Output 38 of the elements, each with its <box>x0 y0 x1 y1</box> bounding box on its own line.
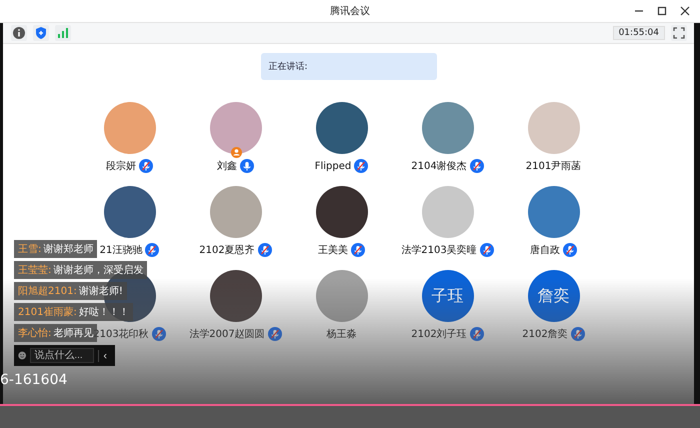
participant-name: 段宗妍 <box>106 160 136 173</box>
chat-sender: 王雪: <box>18 244 42 255</box>
participant-name: 21汪骁驰 <box>100 244 142 257</box>
participant-name: 2104谢俊杰 <box>411 160 467 173</box>
chat-message: 谢谢老师! <box>78 286 123 297</box>
chat-message: 老师再见 <box>53 328 94 339</box>
speaking-banner: 正在讲话: <box>260 53 436 80</box>
participant-name: 刘鑫 <box>217 160 237 173</box>
participant-name: 2102詹奕 <box>522 328 568 341</box>
participant-name: 2102刘子珏 <box>411 328 467 341</box>
shield-icon[interactable] <box>33 25 49 41</box>
chat-sender: 阳旭超2101: <box>18 286 77 297</box>
collapse-button[interactable]: ‹ <box>98 350 111 362</box>
participant-name: 2101尹雨菡 <box>526 160 582 173</box>
avatar: 子珏 <box>422 270 474 322</box>
chat-message: 谢谢郑老师 <box>43 244 94 255</box>
fullscreen-icon[interactable] <box>671 25 687 41</box>
chat-sender: 王莹莹: <box>18 265 52 276</box>
meeting-timer: 01:55:04 <box>612 26 665 40</box>
participant-name: 唐自政 <box>530 244 560 257</box>
chat-input-field[interactable]: 说点什么... <box>30 348 94 363</box>
emoji-icon[interactable] <box>18 349 26 362</box>
avatar-photo-placeholder <box>210 102 262 154</box>
participant-name: 杨王淼 <box>326 328 356 341</box>
close-icon[interactable] <box>680 6 690 16</box>
avatar: 詹奕 <box>528 270 580 322</box>
chat-sender: 2101崔雨蒙: <box>18 307 77 318</box>
chat-message: 谢谢老师，深受启发 <box>53 265 144 276</box>
participant-name: 2102夏恩齐 <box>199 244 255 257</box>
window-title: 腾讯会议 <box>330 4 370 18</box>
participant-name: 王美美 <box>318 244 348 257</box>
info-icon[interactable] <box>11 25 27 41</box>
chat-sender: 李心怡: <box>18 328 52 339</box>
participant-name: 法学2103吴奕曈 <box>401 244 477 257</box>
participant-name: 法学2007赵圆圆 <box>189 328 265 341</box>
participant-name: Flipped <box>314 160 352 172</box>
maximize-icon[interactable] <box>657 6 667 16</box>
chat-message: 好哒！！！ <box>78 307 129 318</box>
